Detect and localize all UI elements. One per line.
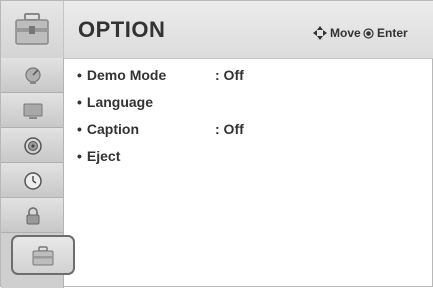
bullet: •: [77, 94, 82, 110]
bullet: •: [77, 67, 82, 83]
sidebar-item-option[interactable]: [11, 235, 75, 275]
lock-icon: [26, 207, 40, 225]
enter-label: Enter: [377, 26, 408, 40]
move-arrows-icon: [313, 26, 327, 40]
bullet: •: [77, 148, 82, 164]
menu-item-language[interactable]: • Language: [77, 94, 153, 110]
sidebar-item-time[interactable]: [1, 163, 63, 198]
option-toolbox-icon: [15, 13, 49, 45]
menu-item-label: Caption: [86, 121, 140, 137]
move-hint: Move: [313, 26, 361, 40]
sidebar-item-lock[interactable]: [1, 198, 63, 233]
option-toolbox-icon: [32, 246, 54, 266]
clock-icon: [24, 172, 42, 190]
menu-item-eject[interactable]: • Eject: [77, 148, 120, 164]
sidebar-item-picture[interactable]: [1, 93, 63, 128]
demo-mode-value: : Off: [215, 67, 244, 83]
header-icon-box: [1, 1, 64, 58]
option-menu-panel: OPTION Move Enter • Demo Mode: Off • La…: [0, 0, 433, 288]
monitor-icon: [23, 103, 43, 119]
move-label: Move: [330, 26, 361, 40]
enter-hint: Enter: [363, 26, 408, 40]
bullet: •: [77, 121, 82, 137]
sidebar-item-setup[interactable]: [1, 58, 63, 93]
menu-item-label: Language: [86, 94, 154, 110]
menu-item-caption[interactable]: • Caption: [77, 121, 139, 137]
page-title: OPTION: [78, 17, 166, 42]
satellite-dish-icon: [25, 67, 41, 84]
menu-item-label: Eject: [86, 148, 121, 164]
menu-item-demo-mode[interactable]: • Demo Mode: [77, 67, 166, 83]
speaker-icon: [24, 137, 42, 155]
enter-button-icon: [363, 27, 374, 39]
category-sidebar: [1, 58, 75, 288]
menu-item-label: Demo Mode: [86, 67, 167, 83]
sidebar-item-audio[interactable]: [1, 128, 63, 163]
caption-value: : Off: [215, 121, 244, 137]
menu-header: OPTION Move Enter: [1, 1, 433, 59]
